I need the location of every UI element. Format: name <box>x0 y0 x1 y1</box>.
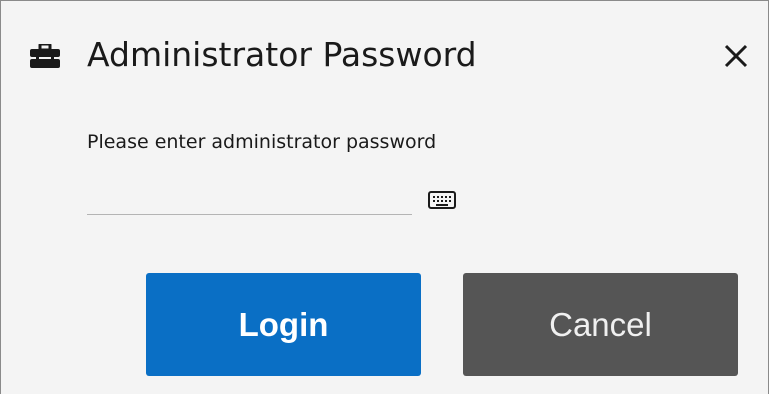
keyboard-icon[interactable] <box>428 191 456 209</box>
cancel-button[interactable]: Cancel <box>463 273 738 376</box>
dialog-title-bar: Administrator Password <box>1 1 768 111</box>
dialog-title: Administrator Password <box>87 35 477 74</box>
close-icon[interactable] <box>719 39 753 73</box>
password-prompt: Please enter administrator password <box>87 131 437 153</box>
password-input[interactable] <box>87 179 412 215</box>
virtual-keyboard-button[interactable] <box>428 191 456 209</box>
login-button[interactable]: Login <box>146 273 421 376</box>
toolbox-icon <box>30 42 60 68</box>
close-button[interactable] <box>719 39 753 73</box>
admin-password-dialog: Administrator Password Please enter admi… <box>0 0 769 394</box>
